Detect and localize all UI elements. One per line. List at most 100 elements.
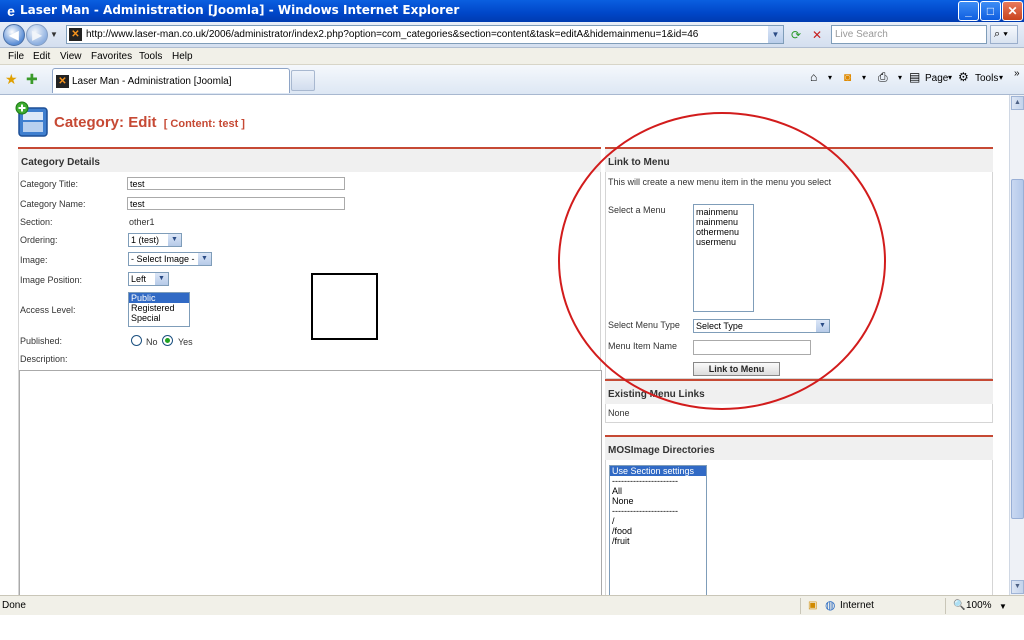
page-dropdown-icon[interactable]: ▾ bbox=[948, 73, 952, 82]
image-label: Image: bbox=[20, 255, 48, 265]
menu-type-select[interactable]: Select Type ▼ bbox=[693, 319, 830, 333]
published-label: Published: bbox=[20, 336, 63, 346]
tab-active[interactable]: ✕ Laser Man - Administration [Joomla] bbox=[52, 68, 290, 93]
existing-menu-links-header: Existing Menu Links bbox=[605, 379, 993, 404]
url-text: http://www.laser-man.co.uk/2006/administ… bbox=[86, 29, 699, 40]
image-position-select[interactable]: Left ▼ bbox=[128, 272, 169, 286]
menu-option[interactable]: usermenu bbox=[694, 237, 753, 247]
menu-view[interactable]: View bbox=[60, 51, 82, 62]
access-option-public[interactable]: Public bbox=[129, 293, 189, 303]
feeds-icon[interactable]: ◙ bbox=[844, 70, 851, 84]
history-dropdown-icon[interactable]: ▼ bbox=[50, 30, 58, 39]
section-value: other1 bbox=[129, 217, 155, 227]
mosimage-directory-list[interactable]: Use Section settings -------------------… bbox=[609, 465, 707, 595]
access-level-list[interactable]: Public Registered Special bbox=[128, 292, 190, 327]
forward-icon[interactable]: ▶ bbox=[26, 24, 48, 46]
page-margin bbox=[0, 615, 1024, 640]
page-menu[interactable]: Page bbox=[925, 73, 948, 84]
published-no-radio[interactable] bbox=[131, 335, 142, 346]
menu-option[interactable]: othermenu bbox=[694, 227, 753, 237]
menu-option[interactable]: mainmenu bbox=[694, 217, 753, 227]
select-menu-list[interactable]: mainmenu mainmenu othermenu usermenu bbox=[693, 204, 754, 312]
access-option-special[interactable]: Special bbox=[129, 313, 189, 323]
stop-icon[interactable]: ✕ bbox=[808, 26, 826, 44]
refresh-icon[interactable]: ⟳ bbox=[787, 26, 805, 44]
tab-bar: ★ ✚ ✕ Laser Man - Administration [Joomla… bbox=[0, 65, 1024, 95]
published-no-label: No bbox=[146, 337, 158, 347]
image-position-value: Left bbox=[131, 274, 147, 284]
link-to-menu-info: This will create a new menu item in the … bbox=[608, 177, 832, 187]
home-dropdown-icon[interactable]: ▾ bbox=[828, 73, 832, 82]
menu-item-name-input[interactable] bbox=[693, 340, 811, 355]
feeds-dropdown-icon[interactable]: ▾ bbox=[862, 73, 866, 82]
scroll-thumb[interactable] bbox=[1011, 179, 1024, 519]
zoom-level[interactable]: 100% bbox=[966, 600, 992, 611]
menu-file[interactable]: File bbox=[8, 51, 24, 62]
minimize-button[interactable]: _ bbox=[958, 1, 979, 21]
joomla-favicon-icon: ✕ bbox=[69, 28, 82, 41]
directory-separator: ---------------------- bbox=[612, 476, 678, 486]
published-yes-radio[interactable] bbox=[162, 335, 173, 346]
menu-option[interactable]: mainmenu bbox=[694, 205, 753, 217]
description-editor[interactable] bbox=[19, 370, 602, 595]
chevron-down-icon: ▼ bbox=[198, 253, 211, 265]
zoom-icon[interactable]: 🔍 bbox=[953, 600, 965, 611]
favorites-star-icon[interactable]: ★ bbox=[5, 71, 18, 88]
access-level-label: Access Level: bbox=[20, 305, 76, 315]
print-icon[interactable]: ⎙ bbox=[878, 70, 888, 85]
existing-menu-links-value: None bbox=[608, 408, 630, 418]
search-icon[interactable]: ⌕ ▾ bbox=[990, 25, 1018, 44]
link-to-menu-header: Link to Menu bbox=[605, 147, 993, 172]
menu-item-name-label: Menu Item Name bbox=[608, 341, 678, 351]
directory-option[interactable]: None bbox=[610, 496, 706, 506]
link-to-menu-button[interactable]: Link to Menu bbox=[693, 362, 780, 376]
directory-separator: ---------------------- bbox=[612, 506, 678, 516]
category-name-input[interactable]: test bbox=[127, 197, 345, 210]
menu-tools[interactable]: Tools bbox=[139, 51, 162, 62]
menu-type-label: Select Menu Type bbox=[608, 320, 680, 330]
url-dropdown-icon[interactable]: ▼ bbox=[768, 26, 783, 43]
close-button[interactable]: ✕ bbox=[1002, 1, 1023, 21]
menu-favorites[interactable]: Favorites bbox=[91, 51, 132, 62]
page-title-action: Edit bbox=[128, 114, 157, 131]
toolbar-chevron-icon[interactable]: » bbox=[1014, 68, 1020, 79]
directory-option[interactable]: Use Section settings bbox=[610, 466, 706, 476]
directory-option[interactable]: /food bbox=[610, 526, 706, 536]
chevron-down-icon: ▼ bbox=[816, 320, 829, 332]
new-tab-button[interactable] bbox=[291, 70, 315, 91]
chevron-down-icon: ▼ bbox=[168, 234, 181, 246]
joomla-favicon-icon: ✕ bbox=[56, 75, 69, 88]
category-icon bbox=[15, 101, 48, 137]
category-title-label: Category Title: bbox=[20, 179, 79, 189]
directory-option[interactable]: /fruit bbox=[610, 536, 706, 546]
back-icon[interactable]: ◀ bbox=[3, 24, 25, 46]
directory-option[interactable]: / bbox=[610, 516, 706, 526]
menu-edit[interactable]: Edit bbox=[33, 51, 50, 62]
ordering-select[interactable]: 1 (test) ▼ bbox=[128, 233, 182, 247]
menu-bar: File Edit View Favorites Tools Help bbox=[0, 48, 1024, 65]
select-menu-label: Select a Menu bbox=[608, 205, 666, 215]
security-lock-icon: ▣ bbox=[808, 600, 818, 611]
category-details-header: Category Details bbox=[18, 147, 601, 172]
add-favorites-icon[interactable]: ✚ bbox=[26, 71, 38, 88]
scroll-up-icon[interactable]: ▲ bbox=[1011, 96, 1024, 110]
access-option-registered[interactable]: Registered bbox=[129, 303, 189, 313]
chevron-down-icon: ▼ bbox=[155, 273, 168, 285]
description-label: Description: bbox=[20, 354, 68, 364]
ordering-value: 1 (test) bbox=[131, 235, 160, 245]
menu-help[interactable]: Help bbox=[172, 51, 193, 62]
home-icon[interactable]: ⌂ bbox=[810, 70, 817, 84]
maximize-button[interactable]: □ bbox=[980, 1, 1001, 21]
image-select[interactable]: - Select Image - ▼ bbox=[128, 252, 212, 266]
scroll-down-icon[interactable]: ▼ bbox=[1011, 580, 1024, 594]
status-bar: Done ▣ ◍ Internet 🔍 100% ▼ bbox=[0, 595, 1024, 615]
vertical-scrollbar[interactable]: ▲ ▼ bbox=[1009, 95, 1024, 595]
zoom-dropdown-icon[interactable]: ▼ bbox=[999, 602, 1007, 611]
url-field[interactable]: ✕ http://www.laser-man.co.uk/2006/admini… bbox=[66, 25, 784, 44]
directory-option[interactable]: All bbox=[610, 486, 706, 496]
tools-menu[interactable]: Tools bbox=[975, 73, 998, 84]
search-input[interactable]: Live Search bbox=[831, 25, 987, 44]
tools-dropdown-icon[interactable]: ▾ bbox=[999, 73, 1003, 82]
category-title-input[interactable]: test bbox=[127, 177, 345, 190]
print-dropdown-icon[interactable]: ▾ bbox=[898, 73, 902, 82]
